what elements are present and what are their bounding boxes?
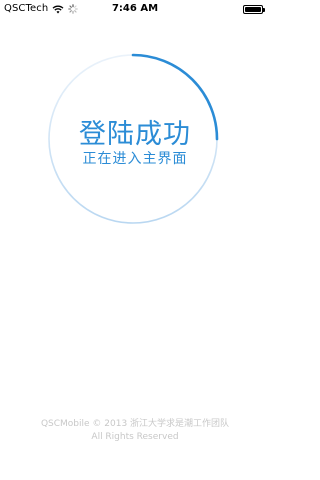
status-bar: QSCTech 7:46 AM: [0, 0, 270, 20]
status-clock: 7:46 AM: [111, 3, 159, 14]
entering-main-subtitle: 正在进入主界面: [82, 151, 188, 167]
rights-text: All Rights Reserved: [91, 432, 179, 442]
footer: QSCMobile © 2013 浙江大学求是潮工作团队 All Rights …: [0, 418, 270, 444]
battery-icon: [243, 5, 265, 14]
copyright-text: QSCMobile © 2013 浙江大学求是潮工作团队: [40, 419, 230, 429]
login-success-title: 登陆成功: [79, 119, 191, 150]
